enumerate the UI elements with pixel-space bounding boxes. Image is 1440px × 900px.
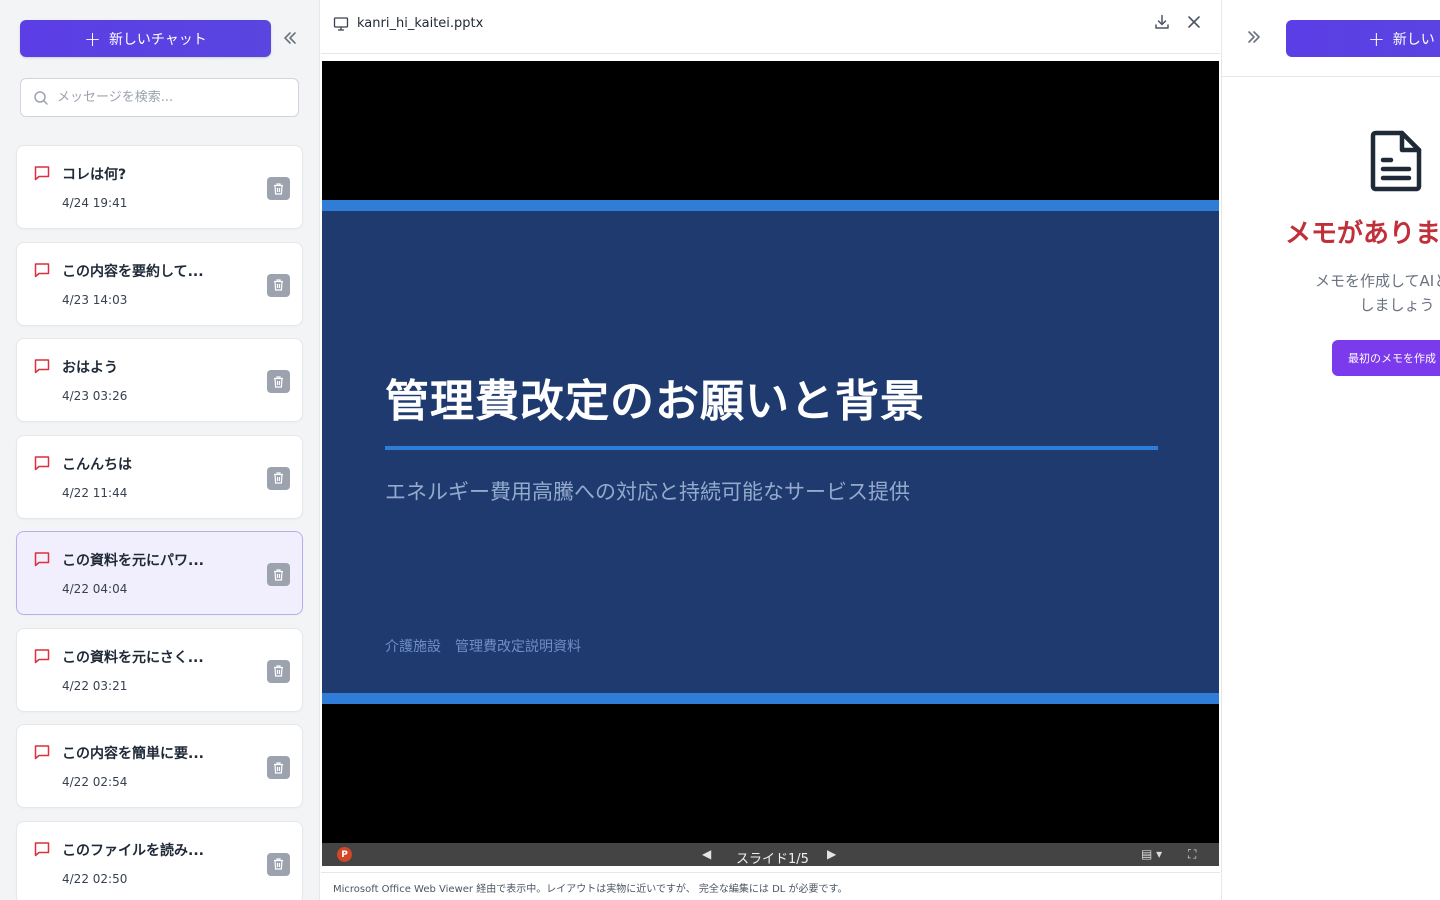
message-icon (34, 359, 50, 374)
trash-icon (274, 472, 283, 484)
slide-canvas: 管理費改定のお願いと背景 エネルギー費用高騰への対応と持続可能なサービス提供 介… (322, 61, 1219, 843)
trash-icon (274, 279, 283, 291)
empty-state-title: メモがありま (1285, 219, 1440, 249)
slide-bottom-bar (322, 693, 1219, 704)
file-viewer: kanri_hi_kaitei.pptx 管理費改定のお願いと背景 エネルギー費… (321, 0, 1220, 900)
previous-slide-button[interactable]: ◀ (702, 847, 711, 861)
chat-sidebar: + 新しいチャット コレは何? 4/24 19:41 この内容を要約して... … (0, 0, 320, 900)
memo-panel: + 新しい メモがありま メモを作成してAIとの会 しましょう 最初のメモを作成 (1221, 0, 1440, 900)
message-icon (34, 166, 50, 181)
create-first-memo-button[interactable]: 最初のメモを作成 (1332, 340, 1440, 376)
footer-divider (321, 872, 1220, 873)
chat-date: 4/23 03:26 (62, 389, 128, 403)
trash-icon (274, 568, 283, 581)
search-input[interactable] (57, 90, 277, 105)
delete-chat-button[interactable] (267, 563, 290, 586)
message-icon (34, 648, 50, 663)
expand-panel-button[interactable] (1246, 29, 1262, 50)
fullscreen-icon[interactable]: ⛶ (1188, 847, 1196, 862)
presentation-icon (333, 17, 349, 31)
slide-toolbar: P ◀ スライド1/5 ▶ ▤ ▾ ⛶ (322, 843, 1219, 867)
chat-title: この内容を要約して... (62, 263, 204, 280)
trash-icon (274, 665, 283, 677)
new-memo-label: 新しい (1392, 31, 1435, 48)
slide-footer: 介護施設 管理費改定説明資料 (385, 639, 581, 655)
trash-icon (274, 761, 283, 774)
close-icon[interactable] (1185, 13, 1203, 31)
document-icon (1370, 130, 1422, 192)
slide-counter: スライド1/5 (736, 852, 809, 867)
chat-date: 4/22 11:44 (62, 485, 128, 500)
download-icon[interactable] (1153, 13, 1171, 31)
file-name: kanri_hi_kaitei.pptx (357, 16, 484, 31)
memo-panel-header: + 新しい (1222, 0, 1440, 77)
viewer-header: kanri_hi_kaitei.pptx (321, 0, 1220, 54)
delete-chat-button[interactable] (267, 852, 290, 876)
chat-item[interactable]: この内容を要約して... 4/23 14:03 (16, 241, 303, 326)
chat-title: この内容を簡単に要... (62, 746, 204, 762)
double-chevron-right-icon (1248, 31, 1260, 43)
chat-date: 4/22 02:54 (62, 775, 128, 789)
notes-menu-icon[interactable]: ▤ ▾ (1141, 847, 1162, 861)
slide-subtitle: エネルギー費用高騰への対応と持続可能なサービス提供 (385, 480, 910, 504)
trash-icon (274, 375, 283, 388)
chat-date: 4/22 02:50 (62, 871, 128, 886)
new-chat-button[interactable]: + 新しいチャット (20, 20, 271, 57)
chat-item[interactable]: この資料を元にさく... 4/22 03:21 (16, 627, 303, 712)
message-icon (34, 262, 50, 277)
chat-title: コレは何? (62, 167, 127, 183)
slide: 管理費改定のお願いと背景 エネルギー費用高騰への対応と持続可能なサービス提供 介… (322, 200, 1219, 704)
trash-icon (274, 182, 283, 195)
plus-icon: + (1368, 26, 1385, 51)
chat-list: コレは何? 4/24 19:41 この内容を要約して... 4/23 14:03… (16, 145, 303, 900)
chat-item-active[interactable]: この資料を元にパワ... 4/22 04:04 (16, 531, 303, 615)
chat-item[interactable]: このファイルを読み... 4/22 02:50 (16, 820, 303, 900)
plus-icon: + (84, 26, 101, 51)
message-icon (34, 745, 50, 760)
empty-state-line-2: しましょう (1359, 296, 1435, 314)
delete-chat-button[interactable] (267, 756, 290, 779)
search-box (20, 78, 299, 117)
chat-date: 4/23 14:03 (62, 292, 128, 307)
chat-date: 4/22 03:21 (62, 678, 128, 693)
slide-divider (385, 446, 1158, 450)
delete-chat-button[interactable] (267, 659, 290, 683)
empty-state-description: メモを作成してAIとの会 しましょう (1277, 269, 1440, 317)
collapse-sidebar-button[interactable] (280, 28, 300, 48)
chat-date: 4/22 04:04 (62, 582, 128, 596)
delete-chat-button[interactable] (267, 177, 290, 200)
delete-chat-button[interactable] (267, 370, 290, 393)
double-chevron-left-icon (284, 32, 296, 44)
delete-chat-button[interactable] (267, 273, 290, 297)
message-icon (34, 552, 50, 567)
slide-top-bar (322, 200, 1219, 211)
chat-title: こんんちは (62, 456, 132, 473)
next-slide-button[interactable]: ▶ (827, 847, 836, 861)
chat-title: この資料を元にさく... (62, 649, 204, 666)
chat-item[interactable]: コレは何? 4/24 19:41 (16, 145, 303, 229)
chat-item[interactable]: この内容を簡単に要... 4/22 02:54 (16, 724, 303, 808)
viewer-footer-note: Microsoft Office Web Viewer 経由で表示中。レイアウト… (333, 884, 848, 895)
chat-date: 4/24 19:41 (62, 196, 128, 210)
message-icon (34, 455, 50, 470)
trash-icon (274, 858, 283, 870)
slide-title: 管理費改定のお願いと背景 (385, 376, 925, 427)
chat-title: おはよう (62, 360, 118, 376)
new-memo-button[interactable]: + 新しい (1286, 20, 1440, 57)
chat-item[interactable]: こんんちは 4/22 11:44 (16, 434, 303, 519)
delete-chat-button[interactable] (267, 466, 290, 490)
search-icon (34, 90, 48, 105)
message-icon (34, 841, 50, 856)
powerpoint-icon[interactable]: P (337, 847, 352, 862)
chat-item[interactable]: おはよう 4/23 03:26 (16, 338, 303, 422)
chat-title: この資料を元にパワ... (62, 553, 204, 569)
empty-state-line-1: メモを作成してAIとの会 (1314, 272, 1440, 290)
chat-title: このファイルを読み... (62, 842, 204, 859)
new-chat-label: 新しいチャット (108, 31, 207, 48)
